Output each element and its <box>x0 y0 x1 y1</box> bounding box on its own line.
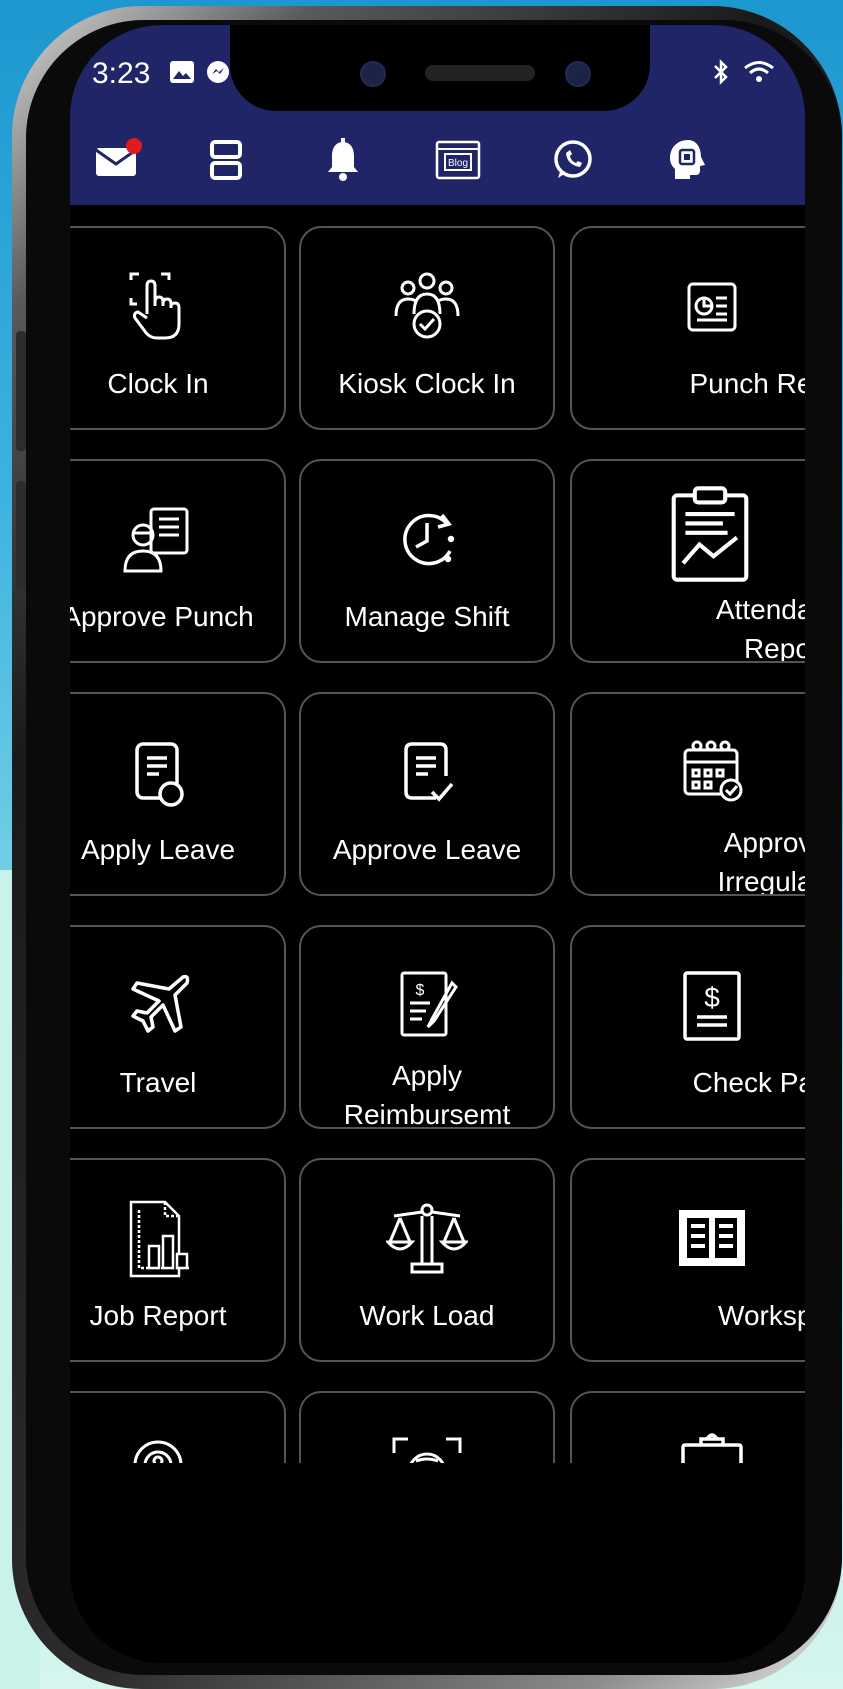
tile-label: Job Report <box>89 1300 227 1331</box>
tile-label: Manage Shift <box>344 601 510 632</box>
scales-icon <box>382 1194 472 1284</box>
camera-lens-right <box>565 61 591 87</box>
layout-button[interactable] <box>198 132 254 188</box>
blog-label: Blog <box>448 158 468 169</box>
notifications-button[interactable] <box>315 132 371 188</box>
tile-apply-leave[interactable]: Apply Leave <box>70 692 286 896</box>
apply-leave-icon <box>113 728 203 818</box>
gallery-icon <box>170 61 194 83</box>
camera-lens-left <box>360 61 386 87</box>
tile-label: Clock In <box>107 368 209 399</box>
calendar-check-icon <box>667 728 757 818</box>
job-report-icon <box>113 1194 203 1284</box>
feature-grid: Clock In Kiosk Clock In Punch R Approve … <box>70 205 805 1663</box>
tile-check-payslip[interactable]: $ Check Pay <box>570 925 805 1129</box>
svg-text:$: $ <box>416 982 425 999</box>
tile-label: Workspa <box>718 1300 805 1331</box>
tile-attendance-report[interactable]: Attendan Report <box>570 459 805 663</box>
status-time: 3:23 <box>92 57 151 90</box>
tile-label: Approve <box>723 827 805 858</box>
tile-travel[interactable]: Travel <box>70 925 286 1129</box>
tile-label: Attendan <box>715 594 805 625</box>
tile-label-line2: Irregulari <box>717 866 805 896</box>
tile-approve-leave[interactable]: Approve Leave <box>299 692 555 896</box>
tile-label: Check Pay <box>692 1067 805 1098</box>
approve-leave-icon <box>382 728 472 818</box>
tile-manage-shift[interactable]: Manage Shift <box>299 459 555 663</box>
volume-down-button <box>16 481 26 591</box>
app-screen: 3:23 Blog Clock In Kiosk Clock In Punch … <box>70 25 805 1663</box>
svg-text:$: $ <box>704 982 720 1013</box>
notification-badge <box>126 138 142 154</box>
clock-rotate-icon <box>382 495 472 585</box>
earpiece-speaker <box>425 65 535 81</box>
tile-label: Apply <box>391 1060 463 1091</box>
tile-label: Travel <box>119 1067 197 1098</box>
payslip-icon: $ <box>667 961 757 1051</box>
tile-label: Kiosk Clock In <box>338 368 516 399</box>
bottom-bar <box>70 1463 805 1663</box>
tile-label-line2: Reimbursemt <box>343 1099 511 1129</box>
reimbursement-icon: $ <box>382 961 472 1051</box>
bell-icon <box>328 138 358 181</box>
top-toolbar: Blog <box>70 120 805 205</box>
ai-assistant-button[interactable] <box>660 132 716 188</box>
tile-label-line2: Report <box>743 633 805 663</box>
approve-punch-icon <box>113 495 203 585</box>
ai-assistant-icon <box>670 140 705 179</box>
tile-label: Approve Leave <box>332 834 522 865</box>
attendance-report-icon <box>660 479 760 589</box>
status-bar: 3:23 <box>70 25 805 120</box>
blog-button[interactable]: Blog <box>430 132 486 188</box>
tile-approve-punch[interactable]: Approve Punch <box>70 459 286 663</box>
tile-clock-in[interactable]: Clock In <box>70 226 286 430</box>
tile-approve-irregularities[interactable]: Approve Irregulari <box>570 692 805 896</box>
messenger-icon <box>207 61 229 83</box>
tile-label: Work Load <box>359 1300 495 1331</box>
tile-label: Apply Leave <box>80 834 236 865</box>
tile-apply-reimbursement[interactable]: $ Apply Reimbursemt <box>299 925 555 1129</box>
wifi-icon <box>744 61 774 82</box>
blog-icon: Blog <box>435 140 481 180</box>
tile-job-report[interactable]: Job Report <box>70 1158 286 1362</box>
volume-up-button <box>16 331 26 451</box>
mail-button[interactable] <box>90 132 146 188</box>
tile-label: Punch Rep <box>689 368 805 399</box>
whatsapp-button[interactable] <box>545 132 601 188</box>
tile-kiosk-clock-in[interactable]: Kiosk Clock In <box>299 226 555 430</box>
tile-label: Approve Punch <box>70 601 254 632</box>
airplane-icon <box>113 961 203 1051</box>
whatsapp-icon <box>554 140 592 178</box>
tap-finger-icon <box>113 262 203 352</box>
punch-report-icon <box>667 262 757 352</box>
tile-work-load[interactable]: Work Load <box>299 1158 555 1362</box>
bluetooth-icon <box>714 59 728 85</box>
tile-workspace[interactable]: Workspa <box>570 1158 805 1362</box>
tile-punch-report[interactable]: Punch Rep <box>570 226 805 430</box>
workspace-icon <box>667 1194 757 1284</box>
layout-icon <box>210 140 242 180</box>
camera-notch <box>230 25 650 111</box>
mail-icon <box>95 138 142 176</box>
group-users-icon <box>382 262 472 352</box>
